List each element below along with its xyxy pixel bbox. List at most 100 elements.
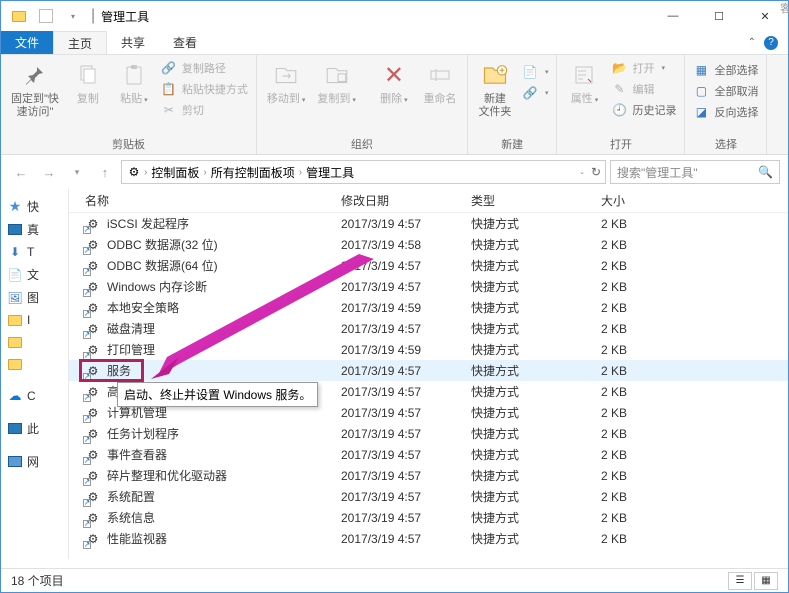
file-row[interactable]: ⚙↗Windows 内存诊断2017/3/19 4:57快捷方式2 KB (69, 276, 788, 297)
file-type: 快捷方式 (463, 299, 593, 316)
group-clipboard: 剪贴板 (7, 134, 250, 154)
file-size: 2 KB (593, 532, 693, 546)
new-folder-button[interactable]: 新建 文件夹 (474, 57, 516, 121)
file-row[interactable]: ⚙↗事件查看器2017/3/19 4:57快捷方式2 KB (69, 444, 788, 465)
file-type: 快捷方式 (463, 467, 593, 484)
ribbon-tabs: 文件 主页 共享 查看 ⌃ ? (1, 31, 788, 55)
tree-item[interactable]: I (3, 309, 66, 331)
properties-button[interactable]: 属性▾ (563, 57, 605, 108)
file-row[interactable]: ⚙↗打印管理2017/3/19 4:59快捷方式2 KB (69, 339, 788, 360)
file-row[interactable]: ⚙↗本地安全策略2017/3/19 4:59快捷方式2 KB (69, 297, 788, 318)
file-row[interactable]: ⚙↗ODBC 数据源(32 位)2017/3/19 4:58快捷方式2 KB (69, 234, 788, 255)
file-row[interactable]: ⚙↗系统配置2017/3/19 4:57快捷方式2 KB (69, 486, 788, 507)
qat-dropdown[interactable]: ▾ (61, 4, 85, 28)
breadcrumb-dropdown-icon[interactable]: ⌄ (579, 168, 585, 176)
nav-tree[interactable]: ★快 真 ⬇T 📄文 🖼图 I ☁C 此 网 (1, 189, 69, 559)
tree-item[interactable] (3, 331, 66, 353)
shortcut-icon: ⚙↗ (85, 237, 101, 253)
tab-file[interactable]: 文件 (1, 31, 53, 54)
file-row[interactable]: ⚙↗磁盘清理2017/3/19 4:57快捷方式2 KB (69, 318, 788, 339)
file-name: 性能监视器 (107, 530, 167, 547)
shortcut-icon: ⚙↗ (85, 300, 101, 316)
tab-view[interactable]: 查看 (159, 31, 211, 54)
col-size[interactable]: 大小 (593, 192, 693, 209)
rename-button[interactable]: 重命名 (419, 57, 461, 108)
file-name: 打印管理 (107, 341, 155, 358)
cut-button[interactable]: ✂剪切 (159, 101, 250, 119)
select-all-button[interactable]: ▦全部选择 (691, 61, 760, 79)
shortcut-icon: ⚙↗ (85, 489, 101, 505)
file-name: ODBC 数据源(32 位) (107, 236, 218, 253)
tree-network[interactable]: 网 (3, 450, 66, 473)
copy-to-button[interactable]: 复制到▾ (313, 57, 360, 108)
paste-button[interactable]: 粘贴▾ (113, 57, 155, 108)
history-button[interactable]: 🕘历史记录 (609, 101, 678, 119)
minimize-button[interactable]: — (650, 1, 696, 31)
tree-onedrive[interactable]: ☁C (3, 385, 66, 407)
recent-dropdown[interactable]: ▾ (65, 160, 89, 184)
file-row[interactable]: ⚙↗服务2017/3/19 4:57快捷方式2 KB (69, 360, 788, 381)
file-row[interactable]: ⚙↗iSCSI 发起程序2017/3/19 4:57快捷方式2 KB (69, 213, 788, 234)
refresh-icon[interactable]: ↻ (591, 165, 601, 179)
tab-home[interactable]: 主页 (53, 31, 107, 54)
file-type: 快捷方式 (463, 341, 593, 358)
shortcut-icon: ⚙↗ (85, 258, 101, 274)
invert-selection-button[interactable]: ◪反向选择 (691, 103, 760, 121)
tree-quick-access[interactable]: ★快 (3, 195, 66, 218)
select-none-button[interactable]: ▢全部取消 (691, 82, 760, 100)
tab-share[interactable]: 共享 (107, 31, 159, 54)
new-item-button[interactable]: 📄▾ (520, 63, 551, 81)
edit-button[interactable]: ✎编辑 (609, 80, 678, 98)
tree-item[interactable]: 📄文 (3, 263, 66, 286)
help-icon[interactable]: ? (764, 36, 778, 50)
icons-view-button[interactable]: ▦ (754, 572, 778, 590)
file-date: 2017/3/19 4:57 (333, 532, 463, 546)
collapse-ribbon-icon[interactable]: ⌃ (748, 37, 756, 48)
breadcrumb[interactable]: ⚙ › 控制面板 › 所有控制面板项 › 管理工具 ⌄ ↻ (121, 160, 606, 184)
move-to-button[interactable]: 移动到▾ (263, 57, 310, 108)
pin-to-quick-access-button[interactable]: 固定到"快 速访问" (7, 57, 63, 121)
copy-path-button[interactable]: 🔗复制路径 (159, 59, 250, 77)
details-view-button[interactable]: ☰ (728, 572, 752, 590)
tree-item[interactable]: ⬇T (3, 241, 66, 263)
shortcut-icon: ⚙↗ (85, 510, 101, 526)
crumb[interactable]: 管理工具 (304, 164, 356, 181)
file-row[interactable]: ⚙↗ODBC 数据源(64 位)2017/3/19 4:57快捷方式2 KB (69, 255, 788, 276)
network-icon (7, 454, 23, 470)
crumb[interactable]: 控制面板 (149, 164, 201, 181)
back-button[interactable]: ← (9, 160, 33, 184)
tooltip: 启动、终止并设置 Windows 服务。 (117, 382, 318, 407)
tree-item[interactable]: 🖼图 (3, 286, 66, 309)
search-input[interactable]: 搜索"管理工具" 🔍 (610, 160, 780, 184)
col-name[interactable]: 名称 (69, 192, 333, 209)
desktop-icon (7, 222, 23, 238)
tree-item[interactable]: 真 (3, 218, 66, 241)
file-row[interactable]: ⚙↗碎片整理和优化驱动器2017/3/19 4:57快捷方式2 KB (69, 465, 788, 486)
qat-item[interactable] (34, 4, 58, 28)
folder-icon (7, 4, 31, 28)
new-shortcut-button[interactable]: 🔗▾ (520, 84, 551, 102)
col-type[interactable]: 类型 (463, 192, 593, 209)
file-row[interactable]: ⚙↗性能监视器2017/3/19 4:57快捷方式2 KB (69, 528, 788, 549)
tree-item[interactable] (3, 353, 66, 375)
copy-button[interactable]: 复制 (67, 57, 109, 108)
search-icon: 🔍 (758, 165, 773, 179)
file-date: 2017/3/19 4:57 (333, 385, 463, 399)
maximize-button[interactable]: ☐ (696, 1, 742, 31)
open-button[interactable]: 📂打开▾ (609, 59, 678, 77)
delete-button[interactable]: ✕ 删除▾ (373, 57, 415, 108)
up-button[interactable]: ↑ (93, 160, 117, 184)
shortcut-icon: ⚙↗ (85, 531, 101, 547)
column-headers[interactable]: 名称 修改日期 类型 大小 (69, 189, 788, 213)
file-date: 2017/3/19 4:57 (333, 322, 463, 336)
file-name: 碎片整理和优化驱动器 (107, 467, 227, 484)
tree-this-pc[interactable]: 此 (3, 417, 66, 440)
crumb[interactable]: 所有控制面板项 (209, 164, 297, 181)
paste-shortcut-button[interactable]: 📋粘贴快捷方式 (159, 80, 250, 98)
file-row[interactable]: ⚙↗系统信息2017/3/19 4:57快捷方式2 KB (69, 507, 788, 528)
forward-button[interactable]: → (37, 160, 61, 184)
col-date[interactable]: 修改日期 (333, 192, 463, 209)
file-name: Windows 内存诊断 (107, 278, 207, 295)
file-row[interactable]: ⚙↗任务计划程序2017/3/19 4:57快捷方式2 KB (69, 423, 788, 444)
file-list[interactable]: 名称 修改日期 类型 大小 ⚙↗iSCSI 发起程序2017/3/19 4:57… (69, 189, 788, 559)
